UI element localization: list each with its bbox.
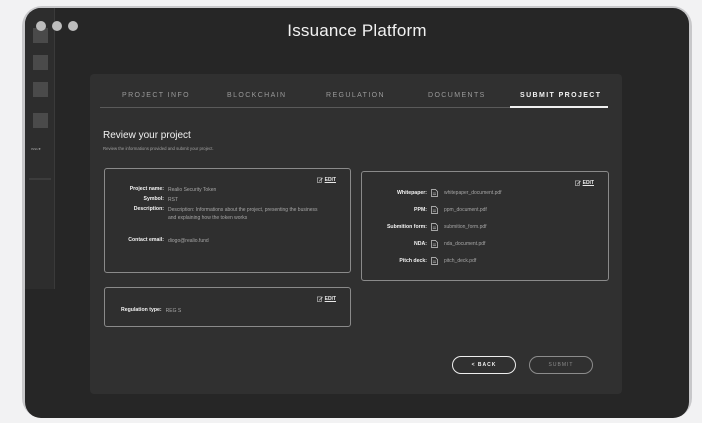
- field-key: Contact email:: [128, 237, 164, 243]
- document-file-link[interactable]: submition_form.pdf: [444, 224, 487, 230]
- field-row-contact-email: Contact email: diogo@realio.fund: [105, 237, 350, 245]
- document-file-link[interactable]: ppm_document.pdf: [444, 207, 487, 213]
- tab-regulation[interactable]: REGULATION: [326, 92, 385, 99]
- tab-documents[interactable]: DOCUMENTS: [428, 92, 486, 99]
- field-row-project-name: Project name: Realio Security Token: [105, 186, 350, 194]
- file-icon: [431, 257, 438, 265]
- document-row-whitepaper: Whitepaper: whitepaper_document.pdf: [362, 189, 608, 197]
- field-key: Regulation type:: [121, 307, 162, 313]
- document-file-link[interactable]: pitch_deck.pdf: [444, 258, 476, 264]
- active-tab-indicator: [510, 106, 608, 108]
- field-value: Description: Informations about the proj…: [168, 207, 318, 221]
- section-title: Review your project: [103, 130, 191, 141]
- document-row-pitch-deck: Pitch deck: pitch_deck.pdf: [362, 257, 608, 265]
- sidebar: ISSUE: [25, 8, 55, 289]
- document-key: PPM:: [414, 207, 427, 213]
- field-key: Symbol:: [143, 196, 164, 202]
- sidebar-divider: [29, 178, 51, 180]
- field-key: Description:: [133, 206, 164, 212]
- sidebar-item-issue[interactable]: ISSUE: [31, 147, 41, 151]
- edit-icon: [316, 296, 323, 302]
- page-title: Issuance Platform: [287, 21, 427, 40]
- tab-blockchain[interactable]: BLOCKCHAIN: [227, 92, 287, 99]
- edit-project-info-button[interactable]: EDIT: [316, 177, 336, 183]
- document-row-nda: NDA: nda_document.pdf: [362, 240, 608, 248]
- window-controls: [36, 21, 78, 31]
- document-file-link[interactable]: nda_document.pdf: [444, 241, 485, 247]
- edit-label: EDIT: [324, 177, 336, 183]
- field-value: REG S: [165, 308, 182, 314]
- regulation-card: EDIT Regulation type: REG S: [104, 287, 351, 327]
- edit-documents-button[interactable]: EDIT: [574, 180, 594, 186]
- app-window: ISSUE Issuance Platform PROJECT INFO BLO…: [25, 8, 689, 418]
- tab-submit-project[interactable]: SUBMIT PROJECT: [520, 92, 601, 99]
- field-key: Project name:: [129, 186, 164, 192]
- project-info-card: EDIT Project name: Realio Security Token…: [104, 168, 351, 273]
- document-key: Pitch deck:: [399, 258, 427, 264]
- submit-button[interactable]: SUBMIT: [529, 356, 593, 374]
- file-icon: [431, 240, 438, 248]
- edit-icon: [574, 180, 581, 186]
- field-row-description: Description: Description: Informations a…: [105, 206, 350, 222]
- tab-project-info[interactable]: PROJECT INFO: [122, 92, 190, 99]
- document-row-submition-form: Submition form: submition_form.pdf: [362, 223, 608, 231]
- sidebar-item-2[interactable]: [33, 55, 48, 70]
- file-icon: [431, 206, 438, 214]
- back-button[interactable]: < BACK: [452, 356, 516, 374]
- section-subtitle: Review the informations provided and sub…: [103, 146, 214, 151]
- document-key: Whitepaper:: [397, 190, 427, 196]
- field-row-symbol: Symbol: RST: [105, 196, 350, 204]
- edit-regulation-button[interactable]: EDIT: [316, 296, 336, 302]
- file-icon: [431, 223, 438, 231]
- edit-icon: [316, 177, 323, 183]
- field-row-regulation-type: Regulation type: REG S: [105, 307, 350, 315]
- sidebar-item-4[interactable]: [33, 113, 48, 128]
- document-key: Submition form:: [386, 224, 427, 230]
- edit-label: EDIT: [582, 180, 594, 186]
- main-panel: PROJECT INFO BLOCKCHAIN REGULATION DOCUM…: [90, 74, 622, 394]
- document-key: NDA:: [414, 241, 427, 247]
- maximize-window-dot[interactable]: [68, 21, 78, 31]
- documents-card: EDIT Whitepaper: whitepaper_document.pdf…: [361, 171, 609, 281]
- minimize-window-dot[interactable]: [52, 21, 62, 31]
- field-value: RST: [168, 197, 178, 203]
- document-row-ppm: PPM: ppm_document.pdf: [362, 206, 608, 214]
- edit-label: EDIT: [324, 296, 336, 302]
- field-value: diogo@realio.fund: [168, 238, 209, 244]
- field-value: Realio Security Token: [168, 187, 217, 193]
- close-window-dot[interactable]: [36, 21, 46, 31]
- file-icon: [431, 189, 438, 197]
- document-file-link[interactable]: whitepaper_document.pdf: [444, 190, 502, 196]
- sidebar-item-3[interactable]: [33, 82, 48, 97]
